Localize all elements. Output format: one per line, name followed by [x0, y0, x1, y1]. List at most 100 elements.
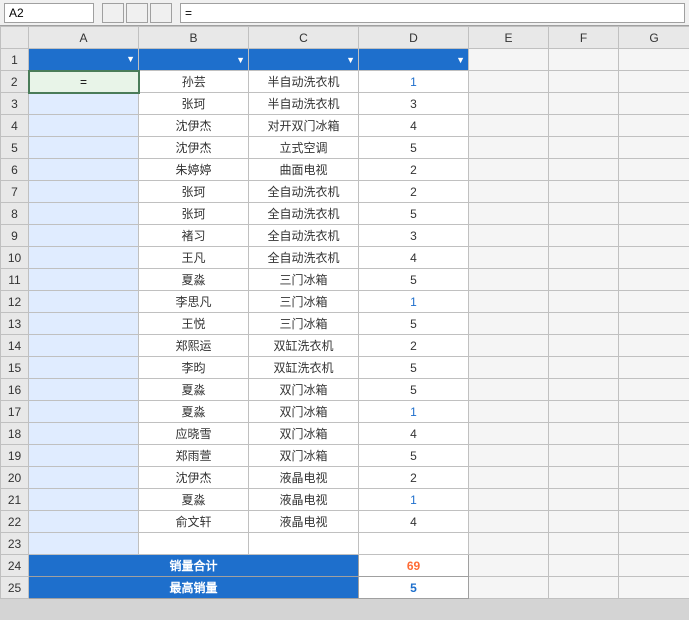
cell-c[interactable]: 液晶电视	[249, 489, 359, 511]
col-header-d[interactable]: D	[359, 27, 469, 49]
cell-a[interactable]	[29, 401, 139, 423]
cell-b[interactable]: 褚习	[139, 225, 249, 247]
cell-d[interactable]: 4	[359, 115, 469, 137]
cell-c[interactable]: 双缸洗衣机	[249, 357, 359, 379]
cell-c[interactable]: 双缸洗衣机	[249, 335, 359, 357]
cell-b[interactable]: 郑雨萱	[139, 445, 249, 467]
cell-b[interactable]: 张珂	[139, 203, 249, 225]
cell-a[interactable]	[29, 115, 139, 137]
cell-c[interactable]: 全自动洗衣机	[249, 181, 359, 203]
col-header-f[interactable]: F	[549, 27, 619, 49]
cell-d[interactable]: 1	[359, 401, 469, 423]
cell-d[interactable]: 1	[359, 489, 469, 511]
cell-d[interactable]: 1	[359, 291, 469, 313]
cell-a[interactable]	[29, 247, 139, 269]
cell-b[interactable]: 沈伊杰	[139, 115, 249, 137]
cell-a[interactable]	[29, 159, 139, 181]
cell-b[interactable]: 李思凡	[139, 291, 249, 313]
cell-b[interactable]: 夏淼	[139, 401, 249, 423]
cell-c[interactable]: 三门冰箱	[249, 269, 359, 291]
cell-b[interactable]: 王凡	[139, 247, 249, 269]
cell-c[interactable]: 双门冰箱	[249, 445, 359, 467]
cell-c[interactable]: 三门冰箱	[249, 313, 359, 335]
cell-a[interactable]: =	[29, 71, 139, 93]
cell-b[interactable]: 俞文轩	[139, 511, 249, 533]
name-box[interactable]: A2	[4, 3, 94, 23]
cell-a[interactable]	[29, 445, 139, 467]
cell-d[interactable]: 4	[359, 247, 469, 269]
cell-a[interactable]	[29, 269, 139, 291]
cell-c[interactable]: 半自动洗衣机	[249, 93, 359, 115]
cell-b[interactable]: 夏淼	[139, 269, 249, 291]
cell-d[interactable]: 2	[359, 159, 469, 181]
function-button[interactable]	[150, 3, 172, 23]
cell-a[interactable]	[29, 423, 139, 445]
cell-d[interactable]: 3	[359, 225, 469, 247]
cell-a[interactable]	[29, 379, 139, 401]
cell-c[interactable]: 半自动洗衣机	[249, 71, 359, 93]
cell-d[interactable]: 5	[359, 269, 469, 291]
cell-d[interactable]: 5	[359, 357, 469, 379]
confirm-button[interactable]	[126, 3, 148, 23]
cell-d[interactable]: 5	[359, 203, 469, 225]
cell-b[interactable]: 张珂	[139, 181, 249, 203]
cancel-button[interactable]	[102, 3, 124, 23]
header-qty[interactable]	[359, 49, 469, 71]
header-seller[interactable]	[139, 49, 249, 71]
cell-c[interactable]: 全自动洗衣机	[249, 203, 359, 225]
cell-a[interactable]	[29, 467, 139, 489]
cell-d[interactable]: 4	[359, 511, 469, 533]
cell-a[interactable]	[29, 511, 139, 533]
cell-c[interactable]: 全自动洗衣机	[249, 225, 359, 247]
cell-d[interactable]: 5	[359, 379, 469, 401]
cell-b[interactable]: 沈伊杰	[139, 467, 249, 489]
cell-a[interactable]	[29, 335, 139, 357]
cell-d[interactable]: 5	[359, 137, 469, 159]
cell-d[interactable]: 2	[359, 335, 469, 357]
cell-b[interactable]: 沈伊杰	[139, 137, 249, 159]
cell-b[interactable]: 孙芸	[139, 71, 249, 93]
cell-c[interactable]: 三门冰箱	[249, 291, 359, 313]
cell-a[interactable]	[29, 203, 139, 225]
cell-b[interactable]: 夏淼	[139, 489, 249, 511]
cell-b[interactable]: 郑熙运	[139, 335, 249, 357]
col-header-a[interactable]: A	[29, 27, 139, 49]
header-seq[interactable]	[29, 49, 139, 71]
cell-d[interactable]: 2	[359, 181, 469, 203]
cell-a[interactable]	[29, 313, 139, 335]
cell-a[interactable]	[29, 357, 139, 379]
cell-d[interactable]: 4	[359, 423, 469, 445]
cell-d[interactable]: 3	[359, 93, 469, 115]
cell-a[interactable]	[29, 181, 139, 203]
cell-d[interactable]: 5	[359, 445, 469, 467]
cell-c[interactable]: 双门冰箱	[249, 423, 359, 445]
col-header-g[interactable]: G	[619, 27, 689, 49]
cell-b[interactable]: 李昀	[139, 357, 249, 379]
cell-c[interactable]: 液晶电视	[249, 467, 359, 489]
col-header-e[interactable]: E	[469, 27, 549, 49]
cell-b[interactable]: 朱婷婷	[139, 159, 249, 181]
cell-a[interactable]	[29, 93, 139, 115]
cell-d[interactable]: 1	[359, 71, 469, 93]
cell-c[interactable]: 双门冰箱	[249, 379, 359, 401]
cell-c[interactable]: 液晶电视	[249, 511, 359, 533]
cell-a[interactable]	[29, 291, 139, 313]
cell-b[interactable]: 应晓雪	[139, 423, 249, 445]
col-header-c[interactable]: C	[249, 27, 359, 49]
col-header-b[interactable]: B	[139, 27, 249, 49]
formula-input[interactable]	[180, 3, 685, 23]
cell-c[interactable]: 曲面电视	[249, 159, 359, 181]
cell-a[interactable]	[29, 225, 139, 247]
cell-c[interactable]: 立式空调	[249, 137, 359, 159]
cell-b[interactable]: 夏淼	[139, 379, 249, 401]
cell-d[interactable]: 5	[359, 313, 469, 335]
cell-c[interactable]: 对开双门冰箱	[249, 115, 359, 137]
cell-c[interactable]: 双门冰箱	[249, 401, 359, 423]
cell-a[interactable]	[29, 489, 139, 511]
cell-d[interactable]: 2	[359, 467, 469, 489]
cell-b[interactable]: 王悦	[139, 313, 249, 335]
cell-c[interactable]: 全自动洗衣机	[249, 247, 359, 269]
cell-a[interactable]	[29, 137, 139, 159]
header-product[interactable]	[249, 49, 359, 71]
cell-b[interactable]: 张珂	[139, 93, 249, 115]
